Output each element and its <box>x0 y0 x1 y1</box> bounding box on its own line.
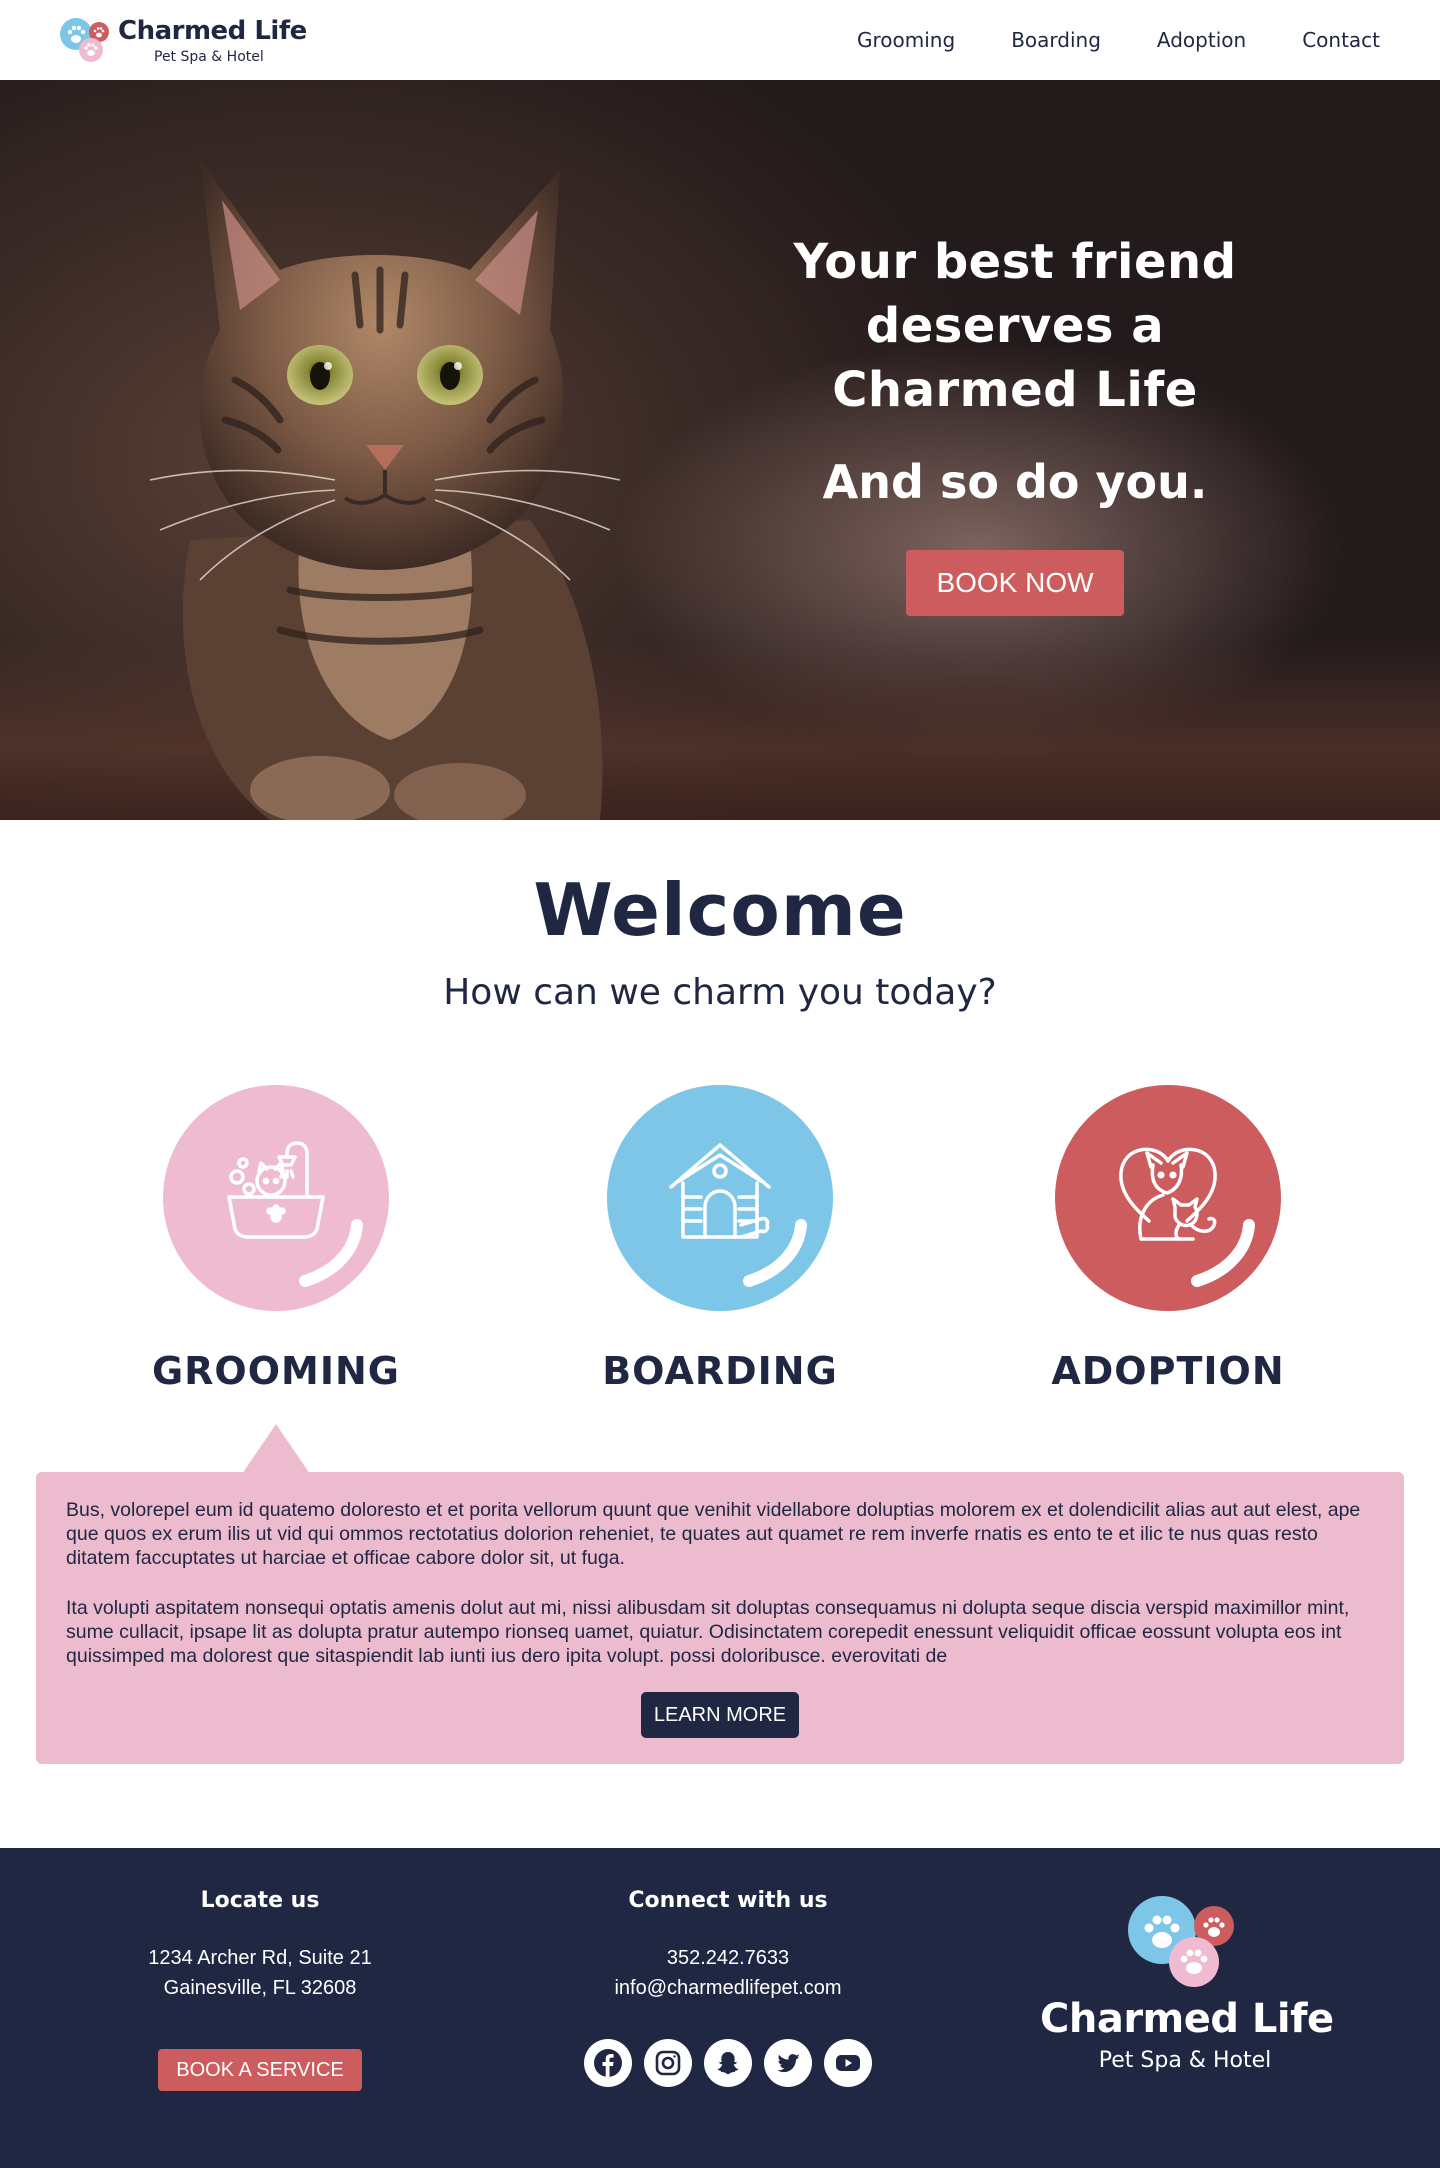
service-info-panel: Bus, volorepel eum id quatemo doloresto … <box>36 1472 1404 1764</box>
email-address[interactable]: info@charmedlifepet.com <box>578 1973 878 2003</box>
nav-grooming[interactable]: Grooming <box>857 28 955 52</box>
panel-paragraph-2: Ita volupti aspitatem nonsequi optatis a… <box>66 1597 1350 1667</box>
panel-pointer <box>242 1424 310 1474</box>
paw-bubbles-icon <box>60 18 109 62</box>
shine-highlight <box>743 1219 807 1287</box>
service-adoption[interactable]: ADOPTION <box>1018 1085 1318 1393</box>
service-label-adoption: ADOPTION <box>1051 1349 1285 1393</box>
site-footer: Locate us 1234 Archer Rd, Suite 21 Gaine… <box>0 1848 1440 2168</box>
panel-paragraph-1: Bus, volorepel eum id quatemo doloresto … <box>66 1499 1361 1569</box>
service-boarding[interactable]: BOARDING <box>570 1085 870 1393</box>
boarding-circle <box>607 1085 833 1311</box>
hero-copy: Your best friend deserves a Charmed Life… <box>760 230 1270 616</box>
address-line-1: 1234 Archer Rd, Suite 21 <box>148 1947 372 1969</box>
phone-number[interactable]: 352.242.7633 <box>578 1943 878 1973</box>
hero-subtitle: And so do you. <box>822 455 1208 509</box>
welcome-subtitle: How can we charm you today? <box>443 972 997 1013</box>
instagram-icon[interactable] <box>644 2039 692 2087</box>
locate-title: Locate us <box>200 1888 320 1913</box>
welcome-title: Welcome <box>533 868 907 952</box>
youtube-icon[interactable] <box>824 2039 872 2087</box>
paw-bubbles-icon <box>1128 1896 1234 1987</box>
brand-tagline: Pet Spa & Hotel <box>154 49 264 65</box>
brand-logo[interactable]: Charmed Life Pet Spa & Hotel <box>58 12 308 68</box>
tabby-cat-photo <box>149 160 621 820</box>
nav-adoption[interactable]: Adoption <box>1157 28 1246 52</box>
twitter-icon[interactable] <box>764 2039 812 2087</box>
footer-brand-name: Charmed Life <box>1040 1996 1334 2042</box>
book-service-button[interactable]: BOOK A SERVICE <box>158 2049 362 2091</box>
facebook-icon[interactable] <box>584 2039 632 2087</box>
shine-highlight <box>1191 1219 1255 1287</box>
footer-brand-tagline: Pet Spa & Hotel <box>1098 2048 1272 2073</box>
grooming-circle <box>163 1085 389 1311</box>
learn-more-button[interactable]: LEARN MORE <box>641 1692 799 1738</box>
service-label-grooming: GROOMING <box>151 1349 400 1393</box>
nav-boarding[interactable]: Boarding <box>1011 28 1101 52</box>
book-now-button[interactable]: BOOK NOW <box>906 550 1124 616</box>
social-links <box>578 2039 878 2087</box>
footer-brand-logo[interactable]: Charmed Life Pet Spa & Hotel <box>1040 1892 1334 2092</box>
shine-highlight <box>299 1219 363 1287</box>
hero-banner: Your best friend deserves a Charmed Life… <box>0 80 1440 820</box>
snapchat-icon[interactable] <box>704 2039 752 2087</box>
nav-contact[interactable]: Contact <box>1302 28 1380 52</box>
adoption-circle <box>1055 1085 1281 1311</box>
main-nav: Grooming Boarding Adoption Contact <box>857 0 1380 80</box>
footer-locate: Locate us 1234 Archer Rd, Suite 21 Gaine… <box>110 1888 410 2091</box>
address-line-2: Gainesville, FL 32608 <box>163 1977 357 1999</box>
footer-connect: Connect with us 352.242.7633 info@charme… <box>578 1888 878 2087</box>
hero-title: Your best friend deserves a Charmed Life <box>793 234 1237 418</box>
connect-title: Connect with us <box>628 1888 828 1913</box>
service-grooming[interactable]: GROOMING <box>126 1085 426 1393</box>
site-header: Charmed Life Pet Spa & Hotel Grooming Bo… <box>0 0 1440 80</box>
brand-name: Charmed Life <box>118 16 307 46</box>
service-label-boarding: BOARDING <box>602 1349 838 1393</box>
